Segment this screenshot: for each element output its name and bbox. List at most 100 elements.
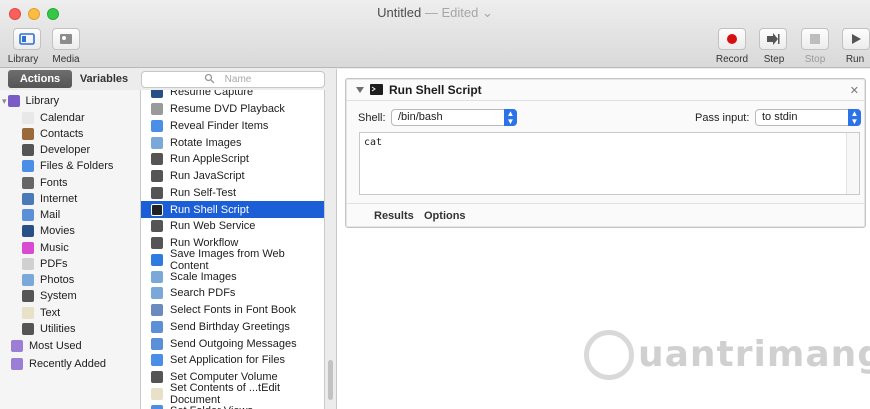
record-icon	[727, 34, 737, 44]
sidebar-icon	[19, 33, 35, 45]
pdf-icon	[22, 258, 34, 270]
preview-icon	[151, 270, 163, 283]
library-item[interactable]: Music	[0, 240, 141, 256]
shell-select[interactable]: /bin/bash ▲ ▼	[391, 109, 517, 126]
action-item[interactable]: Set Contents of ...tEdit Document	[141, 382, 324, 406]
shell-value: /bin/bash	[398, 111, 443, 123]
finder-icon	[151, 119, 163, 132]
library-item[interactable]: Fonts	[0, 175, 141, 191]
library-item[interactable]: Most Used	[0, 338, 141, 354]
library-item-label: Internet	[40, 193, 78, 205]
action-item-label: Reveal Finder Items	[170, 119, 269, 132]
library-item-label: System	[40, 290, 77, 302]
stop-label: Stop	[804, 54, 826, 65]
shell-label: Shell:	[358, 112, 386, 124]
terminal-icon	[370, 84, 383, 95]
action-item[interactable]: Run Self-Test	[141, 185, 324, 202]
run-button[interactable]	[842, 28, 870, 50]
library-item-label: Utilities	[40, 323, 76, 335]
action-item[interactable]: Search PDFs	[141, 285, 324, 302]
action-item[interactable]: Scale Images	[141, 268, 324, 285]
action-item[interactable]: Send Outgoing Messages	[141, 335, 324, 352]
close-icon[interactable]: ✕	[850, 84, 859, 97]
library-item-label: Photos	[40, 274, 75, 286]
action-item-label: Run JavaScript	[170, 170, 245, 183]
tab-variables[interactable]: Variables	[72, 70, 136, 88]
library-item[interactable]: Files & Folders	[0, 158, 141, 174]
action-item[interactable]: Rotate Images	[141, 134, 324, 151]
record-button[interactable]	[718, 28, 746, 50]
script-scrollbar[interactable]	[846, 133, 859, 194]
mail-icon	[151, 320, 163, 333]
library-item[interactable]: System	[0, 288, 141, 304]
tab-options[interactable]: Options	[424, 210, 466, 222]
play-icon	[852, 34, 861, 44]
library-label: Library	[7, 54, 39, 65]
library-item[interactable]: Movies	[0, 223, 141, 239]
action-item[interactable]: Send Birthday Greetings	[141, 319, 324, 336]
action-header[interactable]: Run Shell Script ✕	[346, 79, 865, 101]
script-icon	[151, 153, 163, 166]
action-item[interactable]: Select Fonts in Font Book	[141, 302, 324, 319]
step-icon	[767, 33, 780, 45]
script-editor[interactable]: cat	[359, 132, 860, 195]
utilities-icon	[22, 323, 34, 335]
tab-actions[interactable]: Actions	[8, 70, 72, 88]
action-item-label: Run Shell Script	[170, 203, 249, 216]
script-icon	[151, 220, 163, 233]
run-shell-script-action[interactable]: Run Shell Script ✕ Shell: /bin/bash ▲ ▼ P…	[345, 78, 866, 228]
window-toolbar: Untitled — Edited ⌄ Library Media Record…	[0, 0, 870, 68]
search-icon	[204, 73, 215, 84]
library-item-label: Music	[40, 242, 69, 254]
camera-icon	[151, 90, 163, 99]
library-item[interactable]: Mail	[0, 207, 141, 223]
library-item-label: Files & Folders	[40, 160, 114, 172]
library-item[interactable]: Contacts	[0, 126, 141, 142]
action-item[interactable]: Resume Capture	[141, 90, 324, 101]
preview-icon	[151, 287, 163, 300]
action-item-label: Send Birthday Greetings	[170, 320, 290, 333]
library-item-label: Text	[40, 307, 61, 319]
mail-icon	[151, 337, 163, 350]
library-item[interactable]: Developer	[0, 142, 141, 158]
action-item[interactable]: Run Web Service	[141, 218, 324, 235]
pass-input-select[interactable]: to stdin ▲ ▼	[755, 109, 861, 126]
step-button[interactable]	[759, 28, 787, 50]
media-button[interactable]	[52, 28, 80, 50]
action-item[interactable]: Run JavaScript	[141, 168, 324, 185]
stop-button[interactable]	[801, 28, 829, 50]
action-item-label: Search PDFs	[170, 287, 236, 300]
action-item[interactable]: Save Images from Web Content	[141, 248, 324, 272]
textedit-icon	[151, 387, 163, 400]
pass-input-label: Pass input:	[695, 112, 750, 124]
tab-results[interactable]: Results	[374, 210, 414, 222]
finder-icon	[151, 404, 163, 409]
action-item[interactable]: Set Application for Files	[141, 352, 324, 369]
script-text: cat	[364, 137, 383, 148]
library-item[interactable]: Text	[0, 305, 141, 321]
library-button[interactable]	[13, 28, 41, 50]
library-item[interactable]: Recently Added	[0, 356, 141, 372]
library-item[interactable]: ▾ Library	[0, 93, 141, 109]
actions-scrollbar[interactable]	[328, 360, 333, 400]
library-item[interactable]: Internet	[0, 191, 141, 207]
action-item[interactable]: Set Folder Views	[141, 402, 324, 409]
action-item[interactable]: Run AppleScript	[141, 151, 324, 168]
disclosure-triangle-icon[interactable]	[356, 86, 364, 94]
search-placeholder: Name	[224, 74, 252, 85]
action-item-selected[interactable]: Run Shell Script	[141, 201, 324, 218]
library-item[interactable]: Photos	[0, 272, 141, 288]
search-input[interactable]: Name	[141, 71, 325, 88]
script-icon	[151, 170, 163, 183]
actions-list: Resume Capture Resume DVD Playback Reveal …	[141, 90, 325, 409]
library-item[interactable]: Calendar	[0, 110, 141, 126]
edited-status[interactable]: — Edited ⌄	[425, 5, 493, 20]
action-item[interactable]: Reveal Finder Items	[141, 118, 324, 135]
library-item[interactable]: PDFs	[0, 256, 141, 272]
watermark: uantrimang	[580, 322, 870, 402]
media-icon	[60, 34, 72, 44]
library-item[interactable]: Utilities	[0, 321, 141, 337]
action-item[interactable]: Resume DVD Playback	[141, 101, 324, 118]
fonts-icon	[22, 177, 34, 189]
disclosure-triangle-icon[interactable]: ▾	[2, 96, 7, 107]
